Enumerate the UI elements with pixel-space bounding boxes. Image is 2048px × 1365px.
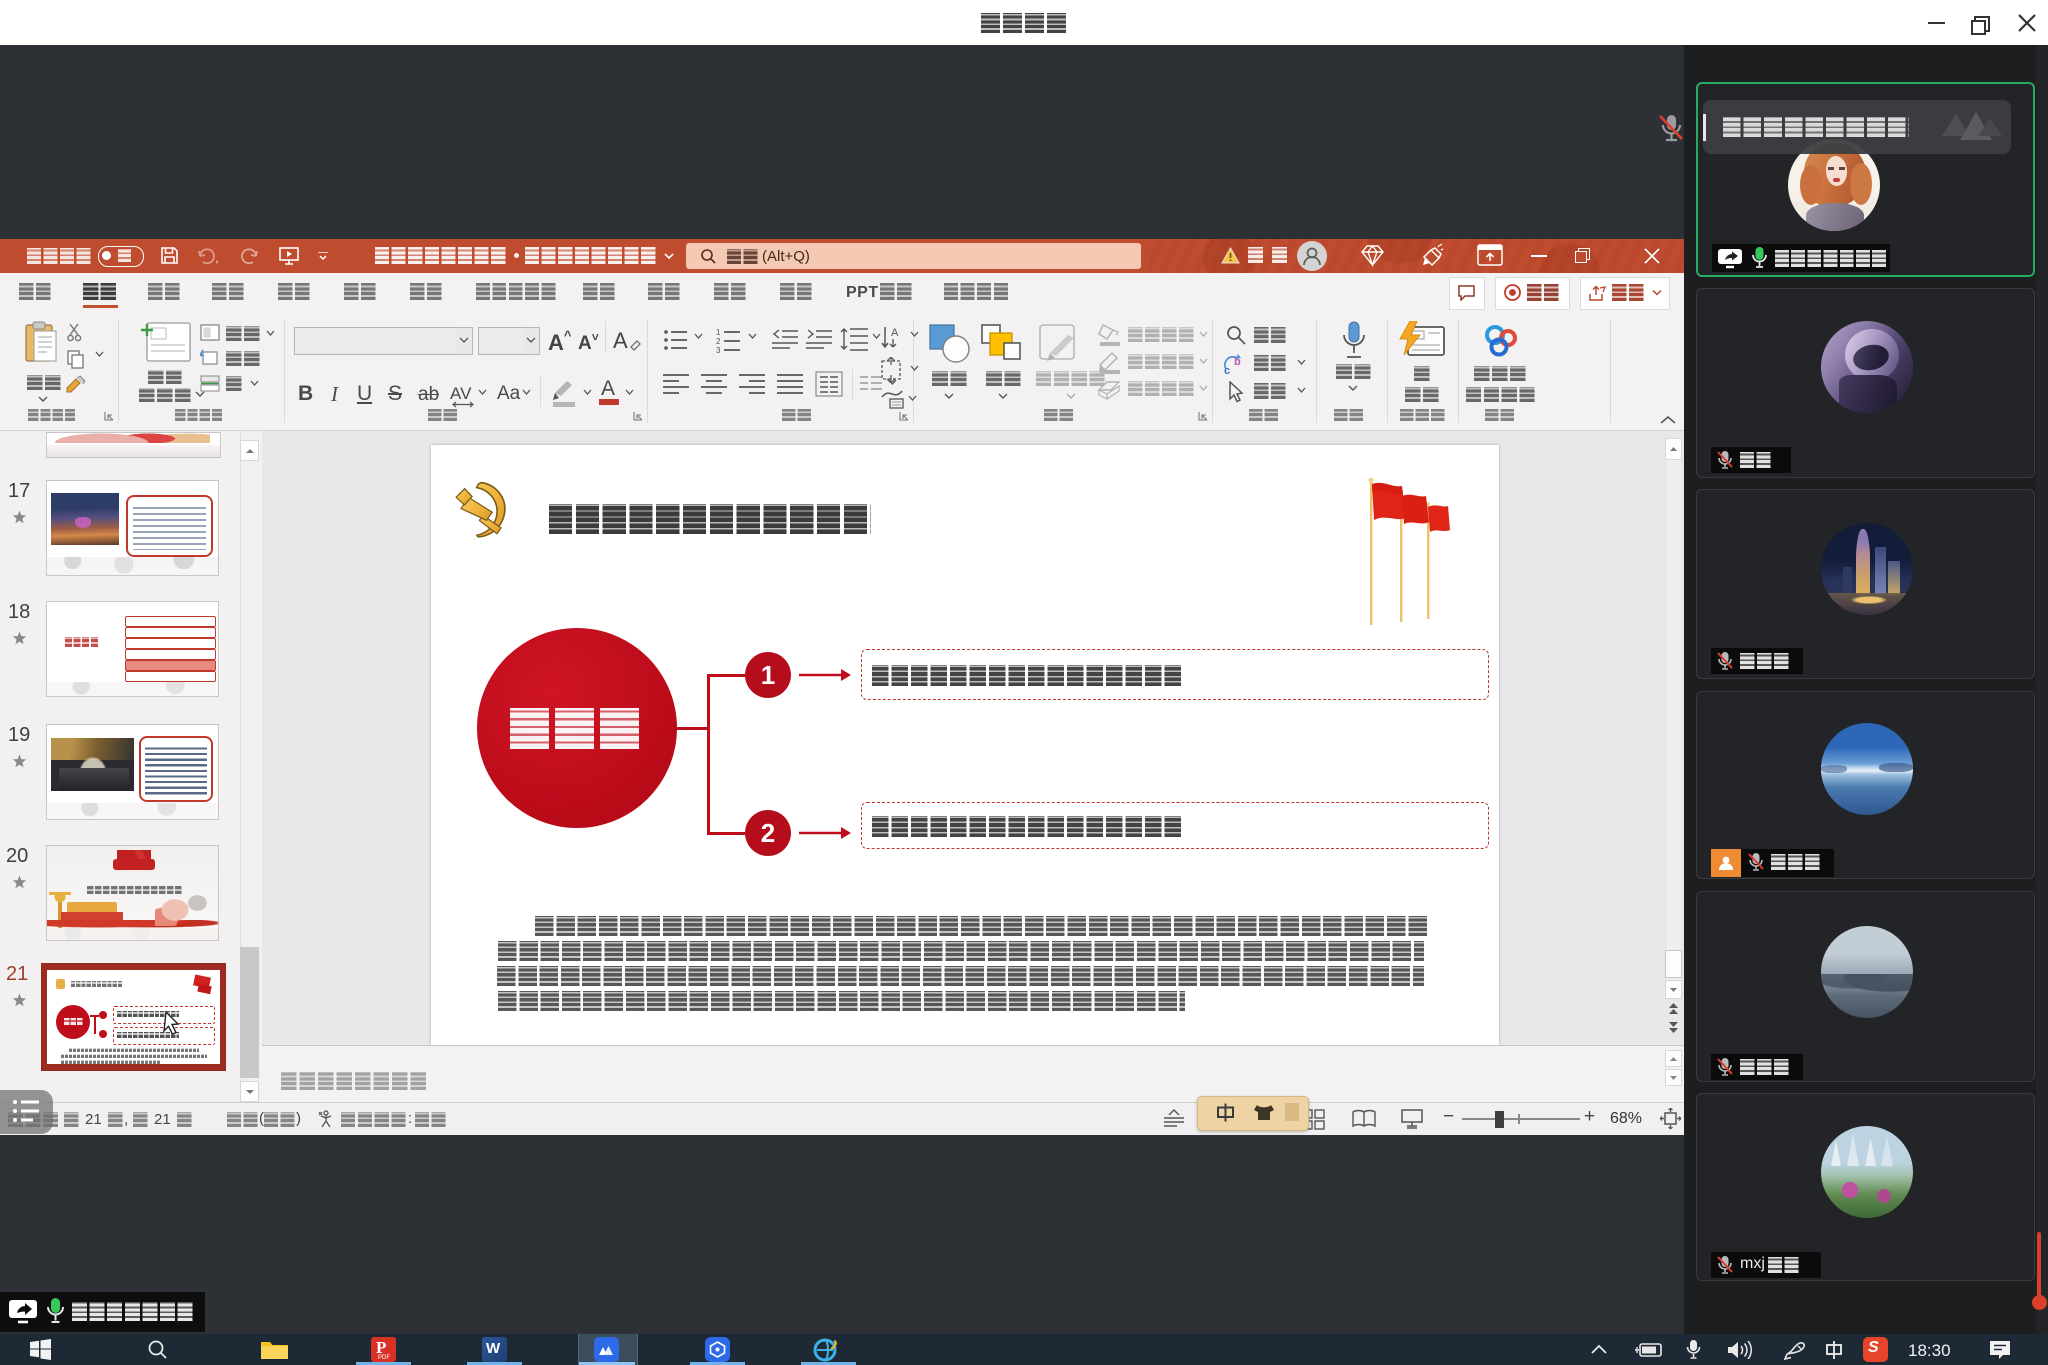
svg-text:1: 1	[716, 328, 721, 337]
svg-text:3: 3	[716, 346, 721, 353]
svg-text:2: 2	[716, 337, 721, 346]
svg-text:b: b	[1234, 356, 1241, 368]
svg-text:A: A	[891, 327, 899, 339]
svg-text:c: c	[1224, 365, 1230, 375]
